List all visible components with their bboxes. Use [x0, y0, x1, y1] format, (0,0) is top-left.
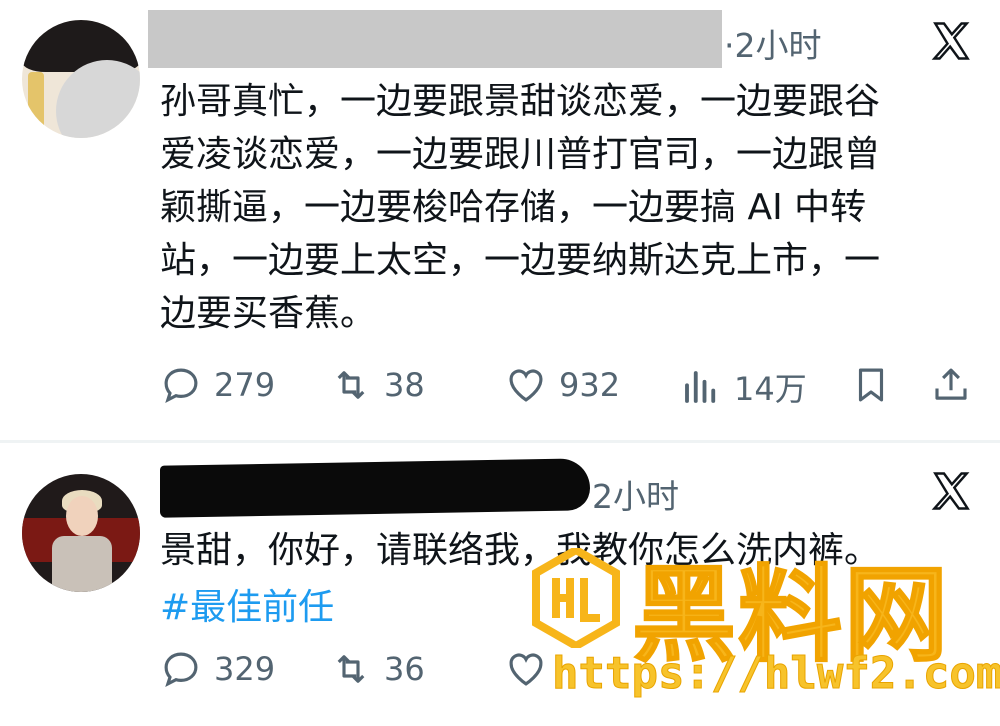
repost-icon	[337, 371, 365, 399]
x-logo-icon[interactable]	[930, 20, 972, 62]
bookmark-button[interactable]	[850, 364, 892, 406]
reply-icon	[164, 368, 198, 404]
watermark-url: https://hlwf2.com	[551, 648, 1000, 700]
post-1[interactable]: ·2小时 孙哥真忙，一边要跟景甜谈恋爱，一边要跟谷 爱凌谈恋爱，一边要跟川普打官…	[0, 0, 1000, 442]
views-icon	[685, 371, 716, 403]
reply-count: 329	[214, 650, 276, 688]
post-text: 孙哥真忙，一边要跟景甜谈恋爱，一边要跟谷 爱凌谈恋爱，一边要跟川普打官司，一边跟…	[160, 75, 960, 340]
avatar-figure	[52, 536, 112, 592]
repost-button[interactable]: 36	[330, 648, 425, 690]
like-count: 932	[559, 366, 621, 404]
reply-icon	[164, 652, 198, 688]
repost-count: 36	[384, 650, 425, 688]
post-text-line: 爱凌谈恋爱，一边要跟川普打官司，一边跟曾	[160, 134, 881, 175]
hashtag-link[interactable]: #最佳前任	[160, 578, 334, 630]
post-text-line: 站，一边要上太空，一边要纳斯达克上市，一	[160, 240, 881, 281]
reply-button[interactable]: 329	[160, 648, 275, 690]
post-time: ·2小时	[724, 26, 822, 65]
views-count: 14万	[734, 370, 807, 408]
repost-button[interactable]: 38	[330, 364, 425, 406]
bookmark-icon	[858, 368, 884, 402]
share-button[interactable]	[930, 364, 972, 406]
avatar-face	[66, 496, 98, 536]
reply-count: 279	[214, 366, 276, 404]
repost-count: 38	[384, 366, 425, 404]
like-button[interactable]: 932	[505, 364, 620, 406]
avatar[interactable]	[22, 20, 140, 138]
watermark: 黑料网 https://hlwf2.com	[532, 538, 1000, 706]
repost-icon	[337, 655, 365, 683]
like-icon	[509, 369, 543, 402]
post-text-line: 边要买香蕉。	[160, 293, 377, 334]
share-icon	[935, 368, 967, 400]
post-text-line: 孙哥真忙，一边要跟景甜谈恋爱，一边要跟谷	[160, 81, 881, 122]
post-text-line: 颖撕逼，一边要梭哈存储，一边要搞 AI 中转	[160, 187, 867, 228]
x-logo-icon[interactable]	[930, 470, 972, 512]
reply-button[interactable]: 279	[160, 364, 275, 406]
post-time: 2小时	[592, 477, 679, 516]
watermark-logo-icon	[532, 548, 620, 648]
avatar-detail	[28, 72, 44, 138]
views-button[interactable]: 14万	[680, 364, 807, 410]
redacted-username	[148, 10, 722, 68]
avatar[interactable]	[22, 474, 140, 592]
redacted-username	[160, 458, 590, 518]
